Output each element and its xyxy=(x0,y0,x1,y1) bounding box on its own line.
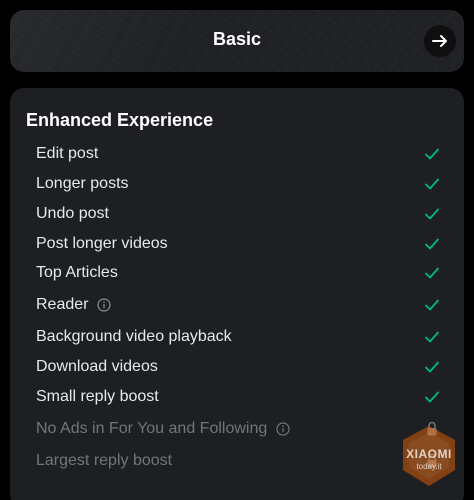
check-icon xyxy=(425,331,439,343)
feature-row-no-ads: No Ads in For You and Following xyxy=(36,417,440,441)
feature-row-reader: Reader xyxy=(36,293,440,317)
feature-row-post-longer-videos: Post longer videos xyxy=(36,232,440,256)
feature-row-undo-post: Undo post xyxy=(36,202,440,226)
plan-title: Basic xyxy=(212,29,262,49)
feature-label: Edit post xyxy=(36,145,99,162)
feature-row-download-videos: Download videos xyxy=(36,355,440,379)
feature-label: Download videos xyxy=(36,358,158,375)
plan-card[interactable]: Basic xyxy=(10,10,464,72)
next-arrow-button[interactable] xyxy=(424,25,456,57)
section-title: Enhanced Experience xyxy=(26,110,214,130)
xiaomitoday-watermark: XIAOMI today.it xyxy=(393,420,465,492)
feature-label: Undo post xyxy=(36,205,109,222)
check-icon xyxy=(425,238,439,250)
feature-label: Reader xyxy=(36,296,89,313)
feature-row-background-video-playback: Background video playback xyxy=(36,325,440,349)
check-icon xyxy=(425,391,439,403)
feature-label: Background video playback xyxy=(36,328,232,345)
info-icon[interactable] xyxy=(276,422,290,436)
check-icon xyxy=(425,148,439,160)
check-icon xyxy=(425,178,439,190)
feature-label: Small reply boost xyxy=(36,388,159,405)
feature-label: Largest reply boost xyxy=(36,452,173,469)
feature-label: No Ads in For You and Following xyxy=(36,420,268,437)
watermark-site: today.it xyxy=(416,462,442,471)
feature-row-top-articles: Top Articles xyxy=(36,261,440,285)
page: Basic Enhanced Experience Edit post Long… xyxy=(0,0,474,500)
feature-row-small-reply-boost: Small reply boost xyxy=(36,385,440,409)
feature-row-edit-post: Edit post xyxy=(36,142,440,166)
feature-label: Post longer videos xyxy=(36,235,168,252)
check-icon xyxy=(425,299,439,311)
feature-label: Longer posts xyxy=(36,175,129,192)
feature-label: Top Articles xyxy=(36,264,118,281)
arrow-right-icon xyxy=(432,35,447,47)
check-icon xyxy=(425,208,439,220)
info-icon[interactable] xyxy=(97,298,112,312)
check-icon xyxy=(425,361,439,373)
feature-row-largest-reply-boost: Largest reply boost xyxy=(36,449,440,473)
check-icon xyxy=(425,267,439,279)
watermark-brand: XIAOMI xyxy=(406,447,452,461)
feature-row-longer-posts: Longer posts xyxy=(36,172,440,196)
